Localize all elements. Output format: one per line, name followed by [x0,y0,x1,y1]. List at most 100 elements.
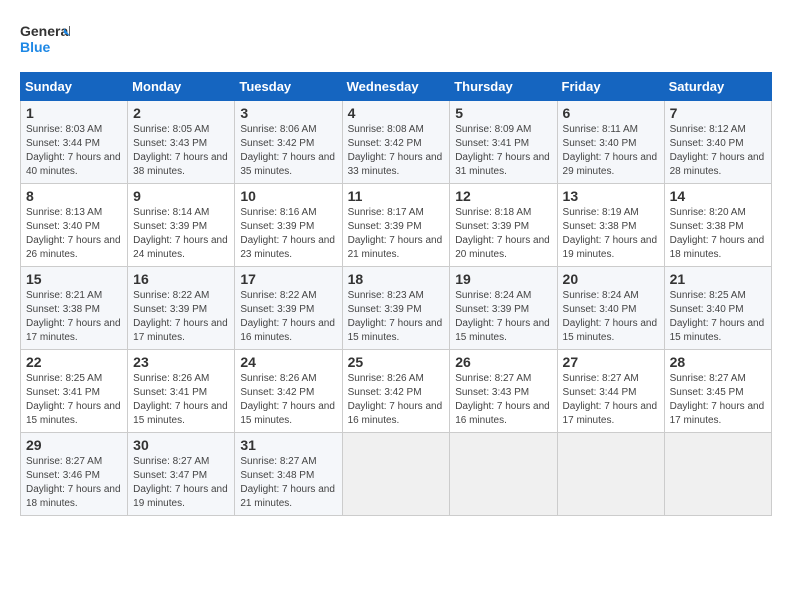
day-info: Sunrise: 8:25 AMSunset: 3:40 PMDaylight:… [670,290,765,343]
calendar-cell: 7 Sunrise: 8:12 AMSunset: 3:40 PMDayligh… [664,101,771,184]
day-info: Sunrise: 8:27 AMSunset: 3:46 PMDaylight:… [26,456,121,509]
day-info: Sunrise: 8:19 AMSunset: 3:38 PMDaylight:… [563,207,658,260]
calendar-cell: 22 Sunrise: 8:25 AMSunset: 3:41 PMDaylig… [21,350,128,433]
day-info: Sunrise: 8:26 AMSunset: 3:41 PMDaylight:… [133,373,228,426]
day-number: 24 [240,354,336,370]
calendar-cell: 6 Sunrise: 8:11 AMSunset: 3:40 PMDayligh… [557,101,664,184]
day-info: Sunrise: 8:06 AMSunset: 3:42 PMDaylight:… [240,124,335,177]
day-number: 6 [563,105,659,121]
calendar-cell: 17 Sunrise: 8:22 AMSunset: 3:39 PMDaylig… [235,267,342,350]
day-number: 30 [133,437,229,453]
calendar-cell [342,433,450,516]
calendar-cell [450,433,557,516]
calendar-cell: 10 Sunrise: 8:16 AMSunset: 3:39 PMDaylig… [235,184,342,267]
header: General Blue [20,20,772,62]
day-info: Sunrise: 8:08 AMSunset: 3:42 PMDaylight:… [348,124,443,177]
column-header-wednesday: Wednesday [342,73,450,101]
day-info: Sunrise: 8:26 AMSunset: 3:42 PMDaylight:… [240,373,335,426]
calendar-cell: 9 Sunrise: 8:14 AMSunset: 3:39 PMDayligh… [128,184,235,267]
calendar-cell: 18 Sunrise: 8:23 AMSunset: 3:39 PMDaylig… [342,267,450,350]
day-info: Sunrise: 8:03 AMSunset: 3:44 PMDaylight:… [26,124,121,177]
day-info: Sunrise: 8:20 AMSunset: 3:38 PMDaylight:… [670,207,765,260]
calendar-cell: 8 Sunrise: 8:13 AMSunset: 3:40 PMDayligh… [21,184,128,267]
day-number: 10 [240,188,336,204]
calendar-cell: 20 Sunrise: 8:24 AMSunset: 3:40 PMDaylig… [557,267,664,350]
day-number: 17 [240,271,336,287]
column-header-monday: Monday [128,73,235,101]
day-info: Sunrise: 8:05 AMSunset: 3:43 PMDaylight:… [133,124,228,177]
day-number: 13 [563,188,659,204]
calendar-week-row: 8 Sunrise: 8:13 AMSunset: 3:40 PMDayligh… [21,184,772,267]
calendar-week-row: 15 Sunrise: 8:21 AMSunset: 3:38 PMDaylig… [21,267,772,350]
calendar-cell: 16 Sunrise: 8:22 AMSunset: 3:39 PMDaylig… [128,267,235,350]
calendar-cell: 19 Sunrise: 8:24 AMSunset: 3:39 PMDaylig… [450,267,557,350]
day-number: 21 [670,271,766,287]
day-number: 18 [348,271,445,287]
logo-svg: General Blue [20,20,70,62]
day-info: Sunrise: 8:17 AMSunset: 3:39 PMDaylight:… [348,207,443,260]
day-number: 28 [670,354,766,370]
day-info: Sunrise: 8:24 AMSunset: 3:39 PMDaylight:… [455,290,550,343]
day-info: Sunrise: 8:14 AMSunset: 3:39 PMDaylight:… [133,207,228,260]
day-number: 1 [26,105,122,121]
day-number: 16 [133,271,229,287]
day-number: 5 [455,105,551,121]
day-number: 22 [26,354,122,370]
calendar-cell [664,433,771,516]
day-info: Sunrise: 8:26 AMSunset: 3:42 PMDaylight:… [348,373,443,426]
calendar-cell: 30 Sunrise: 8:27 AMSunset: 3:47 PMDaylig… [128,433,235,516]
day-info: Sunrise: 8:24 AMSunset: 3:40 PMDaylight:… [563,290,658,343]
day-number: 19 [455,271,551,287]
day-info: Sunrise: 8:18 AMSunset: 3:39 PMDaylight:… [455,207,550,260]
day-info: Sunrise: 8:13 AMSunset: 3:40 PMDaylight:… [26,207,121,260]
calendar-cell: 15 Sunrise: 8:21 AMSunset: 3:38 PMDaylig… [21,267,128,350]
calendar-cell: 1 Sunrise: 8:03 AMSunset: 3:44 PMDayligh… [21,101,128,184]
day-info: Sunrise: 8:27 AMSunset: 3:47 PMDaylight:… [133,456,228,509]
day-info: Sunrise: 8:16 AMSunset: 3:39 PMDaylight:… [240,207,335,260]
calendar-cell: 26 Sunrise: 8:27 AMSunset: 3:43 PMDaylig… [450,350,557,433]
calendar-cell: 5 Sunrise: 8:09 AMSunset: 3:41 PMDayligh… [450,101,557,184]
day-number: 31 [240,437,336,453]
day-number: 3 [240,105,336,121]
day-number: 25 [348,354,445,370]
calendar-week-row: 22 Sunrise: 8:25 AMSunset: 3:41 PMDaylig… [21,350,772,433]
calendar-cell: 13 Sunrise: 8:19 AMSunset: 3:38 PMDaylig… [557,184,664,267]
svg-text:General: General [20,23,70,39]
day-info: Sunrise: 8:12 AMSunset: 3:40 PMDaylight:… [670,124,765,177]
calendar-cell: 4 Sunrise: 8:08 AMSunset: 3:42 PMDayligh… [342,101,450,184]
day-number: 20 [563,271,659,287]
calendar-cell: 31 Sunrise: 8:27 AMSunset: 3:48 PMDaylig… [235,433,342,516]
day-info: Sunrise: 8:27 AMSunset: 3:45 PMDaylight:… [670,373,765,426]
calendar-cell: 12 Sunrise: 8:18 AMSunset: 3:39 PMDaylig… [450,184,557,267]
day-number: 2 [133,105,229,121]
calendar-body: 1 Sunrise: 8:03 AMSunset: 3:44 PMDayligh… [21,101,772,516]
day-info: Sunrise: 8:27 AMSunset: 3:44 PMDaylight:… [563,373,658,426]
day-info: Sunrise: 8:21 AMSunset: 3:38 PMDaylight:… [26,290,121,343]
day-number: 29 [26,437,122,453]
day-info: Sunrise: 8:11 AMSunset: 3:40 PMDaylight:… [563,124,658,177]
column-header-friday: Friday [557,73,664,101]
column-header-sunday: Sunday [21,73,128,101]
day-info: Sunrise: 8:23 AMSunset: 3:39 PMDaylight:… [348,290,443,343]
calendar-cell: 14 Sunrise: 8:20 AMSunset: 3:38 PMDaylig… [664,184,771,267]
day-number: 7 [670,105,766,121]
calendar-table: SundayMondayTuesdayWednesdayThursdayFrid… [20,72,772,516]
day-info: Sunrise: 8:25 AMSunset: 3:41 PMDaylight:… [26,373,121,426]
day-info: Sunrise: 8:22 AMSunset: 3:39 PMDaylight:… [133,290,228,343]
calendar-cell: 3 Sunrise: 8:06 AMSunset: 3:42 PMDayligh… [235,101,342,184]
day-number: 26 [455,354,551,370]
calendar-cell: 11 Sunrise: 8:17 AMSunset: 3:39 PMDaylig… [342,184,450,267]
day-number: 15 [26,271,122,287]
day-info: Sunrise: 8:27 AMSunset: 3:48 PMDaylight:… [240,456,335,509]
calendar-week-row: 1 Sunrise: 8:03 AMSunset: 3:44 PMDayligh… [21,101,772,184]
column-header-saturday: Saturday [664,73,771,101]
calendar-cell: 29 Sunrise: 8:27 AMSunset: 3:46 PMDaylig… [21,433,128,516]
calendar-cell: 27 Sunrise: 8:27 AMSunset: 3:44 PMDaylig… [557,350,664,433]
day-number: 9 [133,188,229,204]
calendar-week-row: 29 Sunrise: 8:27 AMSunset: 3:46 PMDaylig… [21,433,772,516]
day-info: Sunrise: 8:22 AMSunset: 3:39 PMDaylight:… [240,290,335,343]
day-number: 23 [133,354,229,370]
svg-text:Blue: Blue [20,39,51,55]
day-info: Sunrise: 8:27 AMSunset: 3:43 PMDaylight:… [455,373,550,426]
day-number: 8 [26,188,122,204]
